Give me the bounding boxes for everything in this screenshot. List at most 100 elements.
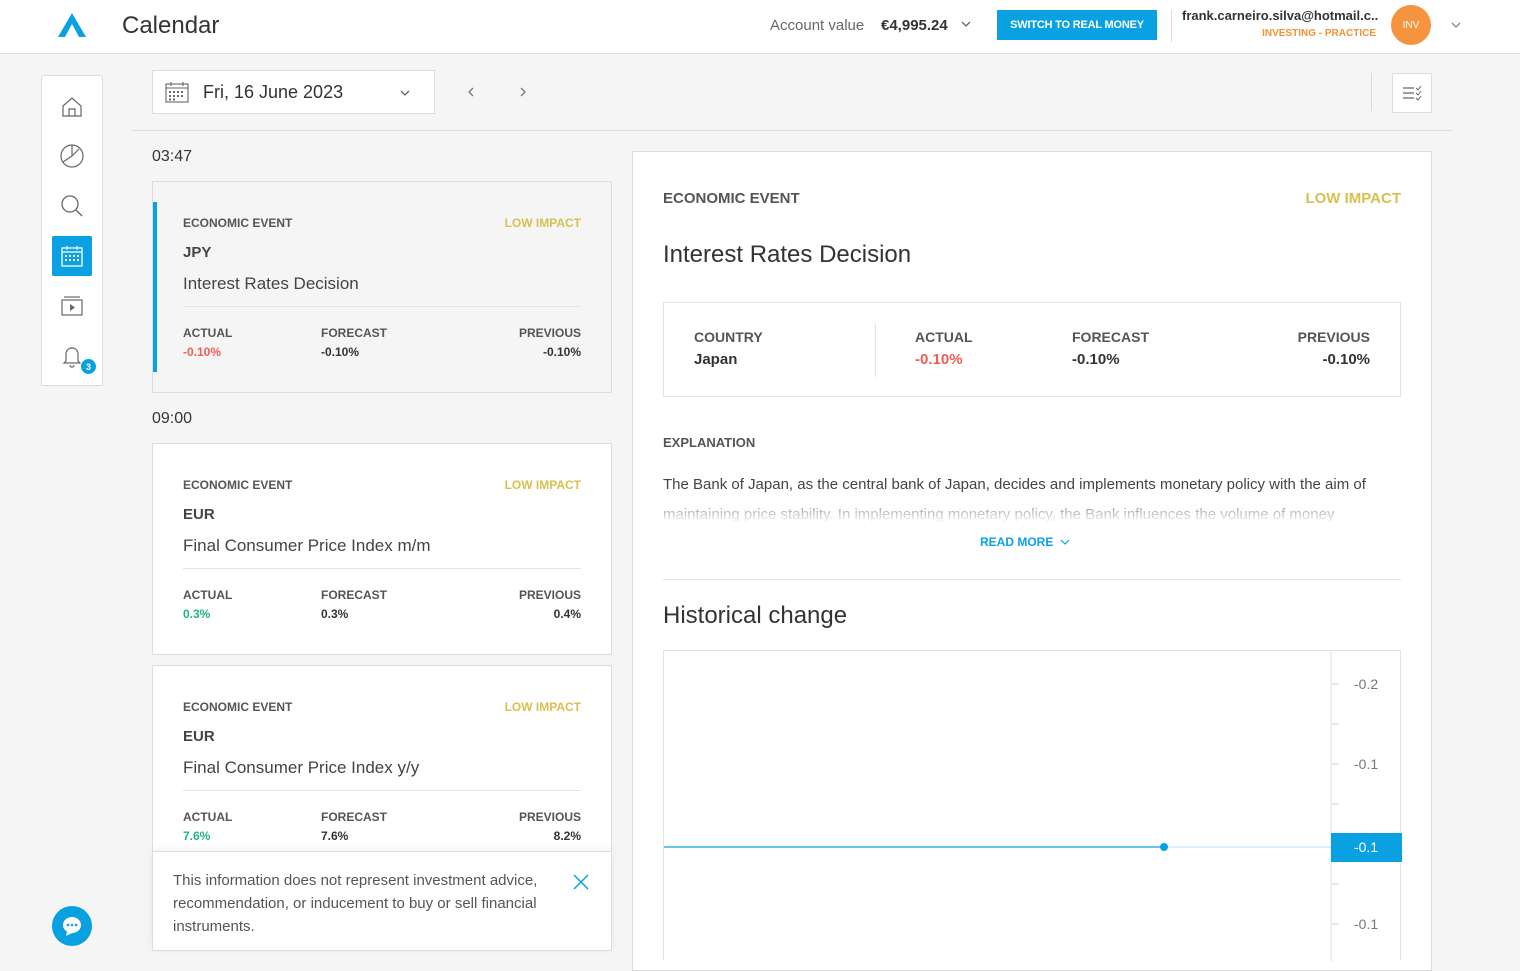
forecast-label: FORECAST (1072, 329, 1149, 345)
impact-badge: LOW IMPACT (1305, 190, 1401, 207)
divider (663, 579, 1401, 580)
chevron-down-icon (400, 90, 410, 96)
avatar[interactable]: INV (1391, 5, 1431, 45)
event-card-selected[interactable]: ECONOMIC EVENT LOW IMPACT JPY Interest R… (152, 181, 612, 393)
historical-chart-svg: -0.2 -0.1 -0.1 -0.1 (664, 651, 1402, 961)
close-icon[interactable] (571, 872, 591, 892)
divider (1371, 73, 1372, 111)
portfolio-icon (60, 144, 84, 168)
notification-badge[interactable]: 3 (80, 358, 97, 375)
actual-label: ACTUAL (915, 329, 973, 345)
event-type: ECONOMIC EVENT (183, 216, 293, 230)
y-tick-label: -0.2 (1354, 676, 1378, 692)
time-label: 09:00 (152, 410, 193, 427)
sidebar-item-search[interactable] (52, 186, 92, 226)
divider (1171, 10, 1172, 42)
selected-indicator (153, 202, 157, 372)
previous-label: PREVIOUS (518, 588, 581, 602)
forecast-label: FORECAST (321, 810, 387, 824)
next-day-button[interactable] (514, 83, 532, 101)
divider (183, 568, 581, 569)
read-more-button[interactable]: READ MORE (980, 535, 1071, 549)
sidebar: 3 (41, 75, 103, 386)
actual-label: ACTUAL (183, 588, 233, 602)
chevron-right-icon (520, 87, 526, 97)
divider (132, 130, 1452, 131)
sidebar-item-portfolio[interactable] (52, 136, 92, 176)
sidebar-item-calendar[interactable] (52, 236, 92, 276)
forecast-value: -0.10% (321, 345, 360, 359)
data-point (1160, 843, 1168, 851)
event-name: Interest Rates Decision (183, 274, 359, 293)
sidebar-item-home[interactable] (52, 87, 92, 127)
account-value-label[interactable]: Account value (770, 17, 864, 34)
logo-icon[interactable] (58, 13, 86, 37)
previous-label: PREVIOUS (518, 810, 581, 824)
previous-value: 8.2% (553, 829, 581, 843)
previous-value: -0.10% (542, 345, 581, 359)
event-type: ECONOMIC EVENT (183, 700, 293, 714)
actual-label: ACTUAL (183, 326, 233, 340)
actual-label: ACTUAL (183, 810, 233, 824)
event-card[interactable]: ECONOMIC EVENT LOW IMPACT EUR Final Cons… (152, 665, 612, 877)
event-currency: JPY (183, 244, 212, 261)
chevron-down-icon[interactable] (1449, 18, 1463, 32)
country-label: COUNTRY (694, 329, 763, 345)
event-type: ECONOMIC EVENT (663, 190, 800, 207)
impact-badge: LOW IMPACT (504, 216, 581, 230)
top-bar: Calendar Account value €4,995.24 SWITCH … (0, 0, 1520, 54)
event-currency: EUR (183, 506, 215, 523)
divider (183, 790, 581, 791)
switch-to-real-money-button[interactable]: SWITCH TO REAL MONEY (997, 10, 1157, 40)
read-more-label: READ MORE (980, 535, 1054, 549)
y-tick-label: -0.1 (1354, 756, 1378, 772)
country-value: Japan (694, 351, 738, 368)
sidebar-item-media[interactable] (52, 286, 92, 326)
forecast-label: FORECAST (321, 326, 387, 340)
forecast-value: 7.6% (321, 829, 349, 843)
disclaimer-banner: This information does not represent inve… (152, 851, 612, 951)
account-value[interactable]: €4,995.24 (881, 17, 948, 34)
event-card[interactable]: ECONOMIC EVENT LOW IMPACT EUR Final Cons… (152, 443, 612, 655)
home-icon (62, 97, 82, 117)
event-title: Interest Rates Decision (663, 241, 912, 268)
chevron-down-icon[interactable] (959, 17, 973, 31)
calendar-icon (165, 82, 189, 103)
impact-badge: LOW IMPACT (504, 700, 581, 714)
previous-label: PREVIOUS (518, 326, 581, 340)
chevron-down-icon (1060, 539, 1070, 545)
event-name: Final Consumer Price Index y/y (183, 758, 420, 777)
event-detail-panel: ECONOMIC EVENT LOW IMPACT Interest Rates… (632, 151, 1432, 971)
date-picker[interactable]: Fri, 16 June 2023 (152, 70, 435, 114)
previous-day-button[interactable] (462, 83, 480, 101)
list-filter-icon (1403, 85, 1422, 101)
search-icon (61, 195, 83, 217)
account-mode[interactable]: INVESTING - PRACTICE (1182, 28, 1376, 39)
user-email[interactable]: frank.carneiro.silva@hotmail.c... (1182, 8, 1378, 23)
impact-badge: LOW IMPACT (504, 478, 581, 492)
disclaimer-text: This information does not represent inve… (173, 872, 538, 935)
historical-change-title: Historical change (663, 602, 848, 629)
time-label: 03:47 (152, 148, 193, 165)
event-type: ECONOMIC EVENT (183, 478, 293, 492)
chevron-left-icon (468, 87, 474, 97)
actual-value: 7.6% (183, 829, 211, 843)
media-icon (61, 296, 83, 316)
event-currency: EUR (183, 728, 215, 745)
historical-chart: -0.2 -0.1 -0.1 -0.1 (663, 650, 1402, 961)
actual-value: -0.10% (183, 345, 222, 359)
forecast-value: 0.3% (321, 607, 349, 621)
previous-label: PREVIOUS (1297, 329, 1370, 345)
divider (875, 323, 876, 377)
y-tick-label: -0.1 (1354, 916, 1378, 932)
forecast-value: -0.10% (1072, 351, 1120, 368)
page-title: Calendar (122, 12, 220, 39)
current-value-label: -0.1 (1354, 839, 1378, 855)
filter-list-button[interactable] (1392, 73, 1432, 113)
previous-value: 0.4% (553, 607, 581, 621)
forecast-label: FORECAST (321, 588, 387, 602)
actual-value: -0.10% (915, 351, 963, 368)
chat-button[interactable] (52, 906, 92, 946)
text-fade (663, 497, 1403, 522)
calendar-icon (61, 246, 83, 267)
